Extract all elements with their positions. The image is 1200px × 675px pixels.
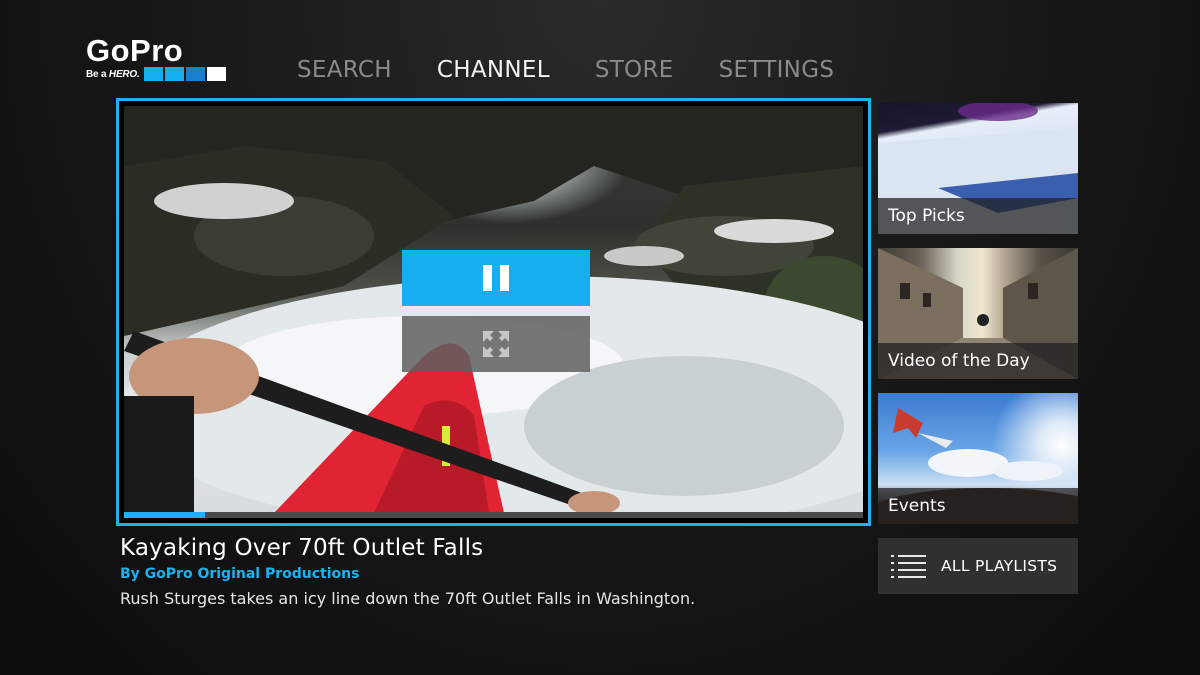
logo-tagline-prefix: Be a [86,68,107,80]
video-title: Kayaking Over 70ft Outlet Falls [120,535,484,561]
logo-square [206,67,226,81]
card-label: Top Picks [878,198,1078,234]
nav-settings[interactable]: SETTINGS [719,56,835,84]
video-author[interactable]: By GoPro Original Productions [120,566,359,582]
playlist-card-top-picks[interactable]: Top Picks [878,103,1078,234]
nav-channel[interactable]: CHANNEL [437,56,550,84]
pause-button[interactable] [402,250,590,306]
nav-store[interactable]: STORE [595,56,674,84]
card-label: Events [878,488,1078,524]
all-playlists-button[interactable]: ALL PLAYLISTS [878,538,1078,594]
logo-square [164,67,184,81]
list-icon [891,555,926,578]
nav-search[interactable]: SEARCH [297,56,392,84]
card-label: Video of the Day [878,343,1078,379]
logo-square [143,67,163,81]
video-scene [124,106,863,513]
video-player[interactable] [116,98,871,526]
progress-bar[interactable] [124,512,863,518]
gopro-logo: GoPro Be a HERO. [86,33,246,86]
main-nav: SEARCH CHANNEL STORE SETTINGS [297,56,879,84]
all-playlists-label: ALL PLAYLISTS [941,557,1058,575]
fullscreen-button[interactable] [402,316,590,372]
playlist-card-video-of-the-day[interactable]: Video of the Day [878,248,1078,379]
logo-tagline: Be a HERO. [86,69,140,80]
video-frame[interactable] [124,106,863,513]
playlist-card-events[interactable]: Events [878,393,1078,524]
fullscreen-expand-icon [483,331,509,357]
video-description: Rush Sturges takes an icy line down the … [120,589,696,608]
logo-square [185,67,205,81]
logo-tagline-emphasis: HERO. [108,68,140,80]
pause-icon [479,265,513,291]
logo-wordmark: GoPro [86,33,184,68]
progress-fill [124,512,206,518]
